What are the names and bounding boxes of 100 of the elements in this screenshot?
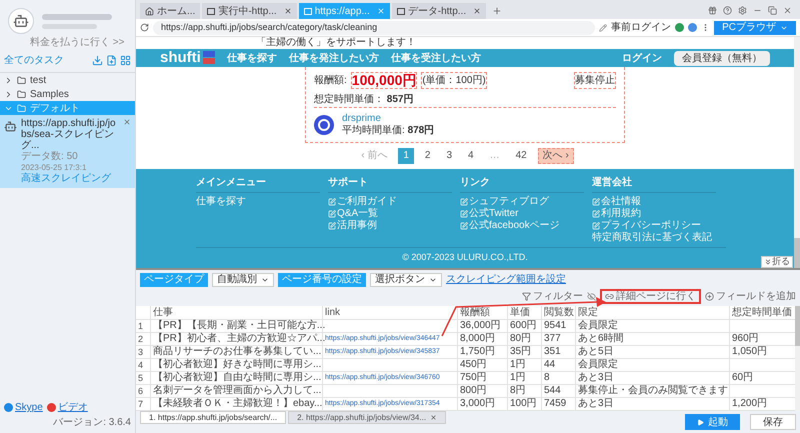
table-scrollbar[interactable] <box>795 306 800 411</box>
task-card[interactable]: https://app.shufti.jp/jobs/sea-スクレイピング... データ数: 50 2023-05-25 17:3:1 高速スクレイピング <box>0 115 135 188</box>
site-logo[interactable]: shufti <box>160 49 201 67</box>
nav-link[interactable]: 仕事を受注したい方 <box>390 50 481 66</box>
page-number-label: ページ番号の設定 <box>278 272 366 286</box>
external-link-icon <box>460 210 468 218</box>
extension-icon[interactable] <box>675 23 684 32</box>
play-icon <box>697 418 704 426</box>
folder-item[interactable]: Samples <box>0 87 135 101</box>
table-cell: 960円 <box>732 333 759 345</box>
page-type-select[interactable]: 自動識別 <box>212 272 274 286</box>
table-cell: 募集停止・会員のみ閲覧できます <box>578 385 728 397</box>
link-icon <box>605 292 614 301</box>
footer-link[interactable]: Q&A一覧 <box>328 208 460 220</box>
result-tab[interactable]: 2. https://app.shufti.jp/jobs/view/34... <box>288 411 446 424</box>
folder-icon <box>17 76 26 84</box>
footer-link[interactable]: 活用事例 <box>328 220 460 232</box>
browser-mode-button[interactable]: PCブラウザ <box>714 20 796 34</box>
detail-page-button[interactable]: 詳細ページに行く <box>600 289 701 304</box>
folder-item[interactable]: デフォルト <box>0 101 135 115</box>
reload-icon[interactable] <box>140 23 149 32</box>
help-icon[interactable] <box>723 6 732 15</box>
pagination-item[interactable]: 42 <box>510 148 532 164</box>
page-number-select[interactable]: 選択ボタン <box>370 272 442 286</box>
pagination-item[interactable]: 2 <box>420 148 436 164</box>
footer-link[interactable]: 特定商取引法に基づく表記 <box>592 232 724 244</box>
reward-amount: 100,000円 <box>350 72 418 89</box>
gift-icon[interactable] <box>708 6 717 15</box>
close-icon[interactable] <box>783 6 792 15</box>
table-cell: 35円 <box>510 346 532 358</box>
column-header: link <box>322 306 457 319</box>
new-tab-icon[interactable] <box>492 6 502 16</box>
table-cell: 会員限定 <box>578 320 618 332</box>
restore-icon[interactable] <box>768 6 777 15</box>
column-header: 閲覧数 <box>541 306 575 319</box>
table-cell: あと3日 <box>578 398 614 410</box>
table-cell: 450円 <box>460 359 487 371</box>
hourly-estimate: 想定時間単価： 857円 <box>314 92 414 107</box>
settings-icon[interactable] <box>738 6 747 15</box>
table-cell: 8円 <box>510 385 526 397</box>
pagination-item[interactable]: … <box>484 148 505 164</box>
result-tab[interactable]: 1. https://app.shufti.jp/jobs/search/... <box>140 411 286 424</box>
grid-icon[interactable] <box>120 55 131 66</box>
footer-link[interactable]: 公式Twitter <box>460 208 592 220</box>
footer-link[interactable]: 利用規約 <box>592 208 724 220</box>
filter-icon <box>522 292 531 301</box>
help-link[interactable]: ビデオ <box>46 400 88 415</box>
footer-link[interactable]: 公式facebookページ <box>460 220 592 232</box>
table-cell: 60円 <box>732 372 754 384</box>
page-icon <box>207 8 216 14</box>
pagination-item[interactable]: 3 <box>441 148 457 164</box>
footer-heading: 運営会社 <box>592 177 716 193</box>
scraping-range-link[interactable]: スクレイピング範囲を設定 <box>446 272 566 287</box>
pagination-item[interactable]: 4 <box>463 148 479 164</box>
scrollbar[interactable] <box>794 37 800 268</box>
footer-link[interactable]: 仕事を探す <box>196 196 328 208</box>
video-icon <box>46 403 56 412</box>
browser-tab[interactable]: ホーム... <box>140 3 200 19</box>
close-icon[interactable] <box>123 118 131 126</box>
footer-link[interactable]: 会社情報 <box>592 196 724 208</box>
close-icon[interactable] <box>284 7 292 15</box>
client-link[interactable]: drsprime <box>342 113 434 125</box>
nav-link[interactable]: 仕事を発注したい方 <box>288 50 379 66</box>
table-cell: 44 <box>544 359 556 371</box>
url-field[interactable]: https://app.shufti.jp/jobs/search/category/task/cleaning <box>153 20 596 34</box>
footer-link[interactable]: プライバシーポリシー <box>592 220 724 232</box>
browser-tab[interactable]: 実行中-http... <box>202 3 297 19</box>
upgrade-link[interactable]: 料金を払うに行く >> <box>0 34 135 49</box>
pagination-item[interactable]: ‹ 前へ <box>356 148 392 164</box>
table-cell: 377 <box>544 333 561 345</box>
edit-icon[interactable] <box>599 24 608 32</box>
close-icon[interactable] <box>473 7 482 15</box>
pagination-item[interactable]: 次へ › <box>538 148 574 164</box>
new-task-icon[interactable] <box>106 55 117 66</box>
import-icon[interactable] <box>92 55 103 66</box>
profile-icon[interactable] <box>688 23 698 32</box>
fold-button[interactable]: 折る <box>761 256 793 268</box>
login-link[interactable]: ログイン <box>622 50 662 66</box>
table-cell: 1,050円 <box>732 346 768 358</box>
browser-tab[interactable]: データ-http... <box>392 3 486 19</box>
add-field-button[interactable]: フィールドを追加 <box>705 289 796 304</box>
prelogin-button[interactable]: 事前ログイン <box>611 20 672 35</box>
table-cell: 8 <box>544 372 550 384</box>
external-link-icon <box>328 198 336 206</box>
browser-tab[interactable]: https://app... <box>298 3 390 19</box>
filter-button[interactable]: フィルター <box>522 289 583 304</box>
footer-link[interactable]: シュフティブログ <box>460 196 592 208</box>
external-link-icon <box>460 198 468 206</box>
footer-link[interactable]: ご利用ガイド <box>328 196 460 208</box>
copyright: © 2007-2023 ULURU.CO.,LTD. <box>401 251 529 264</box>
run-button[interactable]: 起動 <box>685 414 740 430</box>
save-button[interactable]: 保存 <box>750 414 796 430</box>
folder-item[interactable]: test <box>0 73 135 87</box>
pagination-item[interactable]: 1 <box>398 148 414 164</box>
help-link[interactable]: Skype <box>4 400 43 415</box>
hide-icon[interactable] <box>587 292 596 301</box>
signup-button[interactable]: 会員登録（無料） <box>674 50 770 66</box>
nav-link[interactable]: 仕事を探す <box>226 50 277 66</box>
chat-icon <box>4 403 13 412</box>
close-icon[interactable] <box>430 414 438 421</box>
